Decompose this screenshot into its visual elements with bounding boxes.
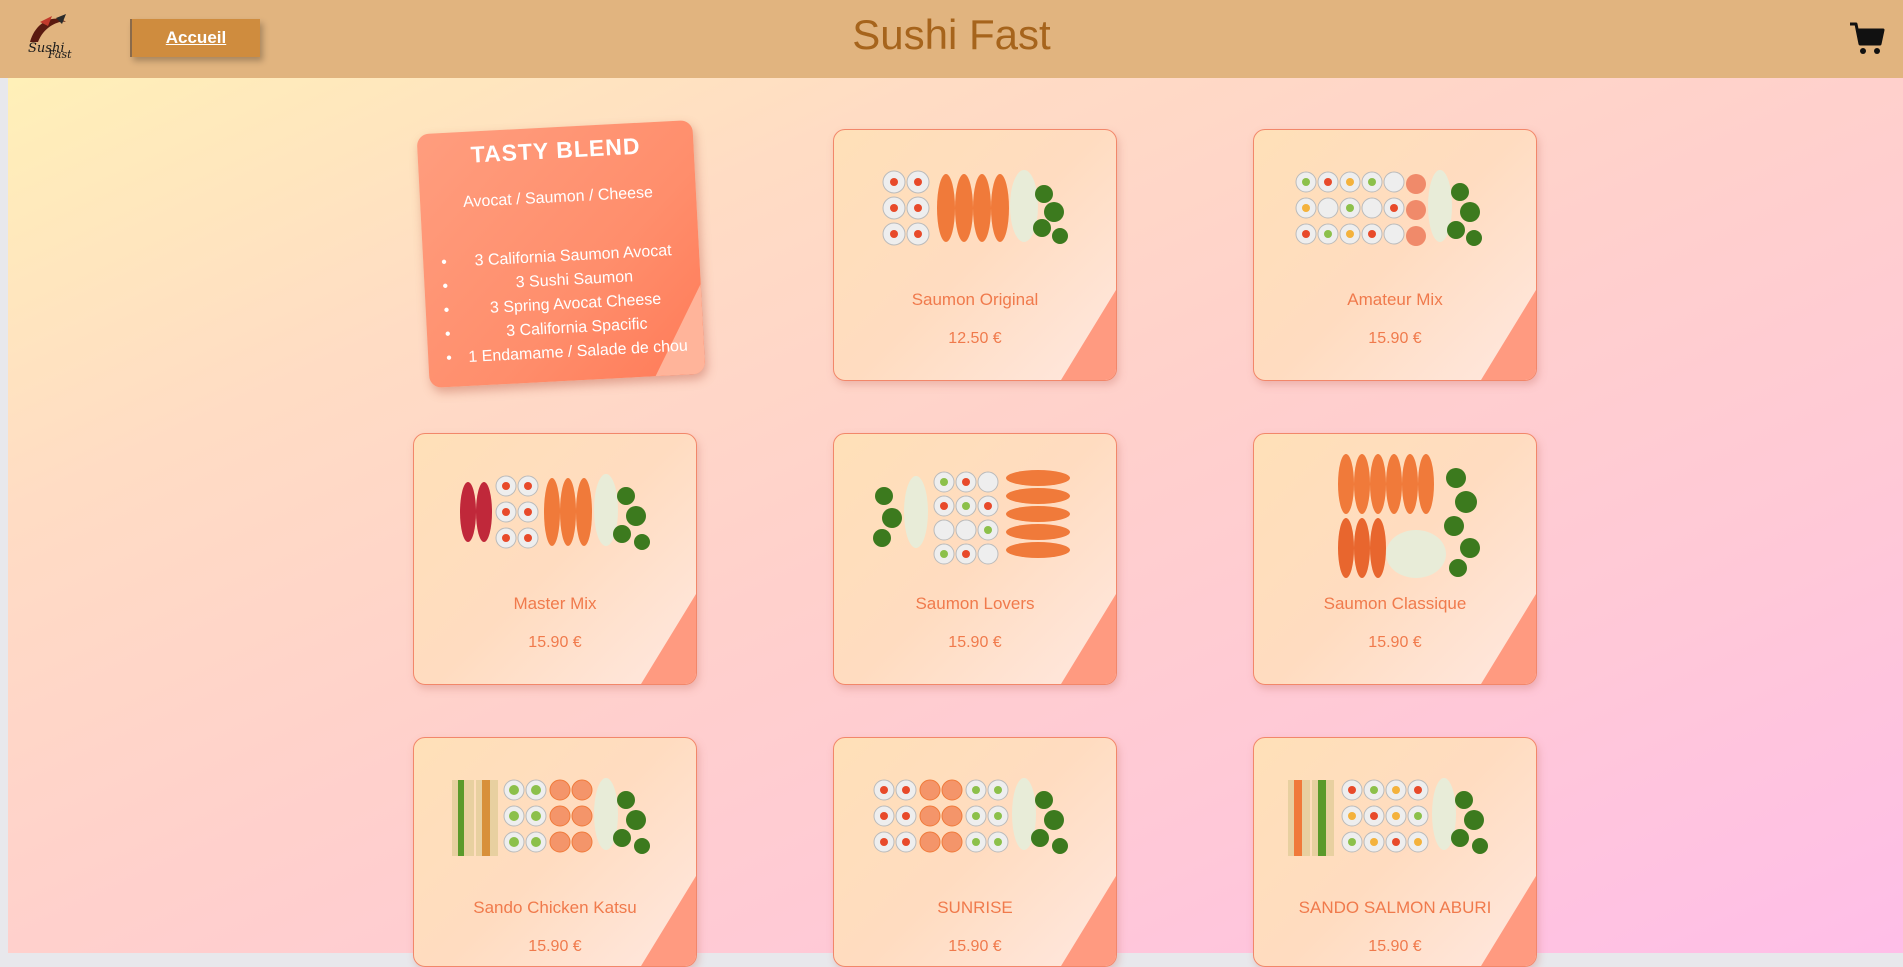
product-name: Master Mix <box>513 594 597 613</box>
product-price: 15.90 € <box>1368 634 1422 651</box>
product-name: SUNRISE <box>937 898 1013 917</box>
sushi-platter-image <box>460 474 650 550</box>
sushi-platter-image <box>1295 170 1482 246</box>
sushi-platter-image <box>873 778 1068 854</box>
cart-icon[interactable] <box>1849 20 1885 56</box>
product-name: Saumon Original <box>911 290 1039 309</box>
product-name: Sando Chicken Katsu <box>473 898 637 917</box>
featured-subtitle: Avocat / Saumon / Cheese <box>462 184 654 212</box>
product-price: 15.90 € <box>948 634 1002 651</box>
top-header: Sushi Fast Accueil Sushi Fast <box>0 0 1903 78</box>
sushi-platter-image <box>873 470 1070 565</box>
sushi-platter-image <box>882 170 1068 246</box>
featured-card-tasty-blend[interactable]: TASTY BLEND Avocat / Saumon / Cheese 3 C… <box>416 119 706 389</box>
sushi-platter-image <box>1288 778 1488 856</box>
product-price: 15.90 € <box>1368 330 1422 347</box>
sushi-platter-image <box>452 778 650 856</box>
product-name: Amateur Mix <box>1347 290 1443 309</box>
page-title: Sushi Fast <box>852 11 1051 58</box>
product-price: 12.50 € <box>948 330 1002 347</box>
product-card[interactable]: Saumon Original 12.50 € <box>833 129 1117 381</box>
product-card[interactable]: Sando Chicken Katsu 15.90 € <box>413 737 697 967</box>
product-card[interactable]: Saumon Lovers 15.90 € <box>833 433 1117 685</box>
product-card[interactable]: SUNRISE 15.90 € <box>833 737 1117 967</box>
product-name: Saumon Lovers <box>915 594 1035 613</box>
product-card[interactable]: Master Mix 15.90 € <box>413 433 697 685</box>
product-card[interactable]: Amateur Mix 15.90 € <box>1253 129 1537 381</box>
product-price: 15.90 € <box>528 634 582 651</box>
product-card[interactable]: SANDO SALMON ABURI 15.90 € <box>1253 737 1537 967</box>
product-name: Saumon Classique <box>1323 594 1467 613</box>
featured-item-list: 3 California Saumon Avocat 3 Sushi Saumo… <box>423 238 699 372</box>
featured-title: TASTY BLEND <box>470 132 642 168</box>
product-name: SANDO SALMON ABURI <box>1298 898 1492 917</box>
sushi-platter-image <box>1338 454 1480 578</box>
product-card[interactable]: Saumon Classique 15.90 € <box>1253 433 1537 685</box>
